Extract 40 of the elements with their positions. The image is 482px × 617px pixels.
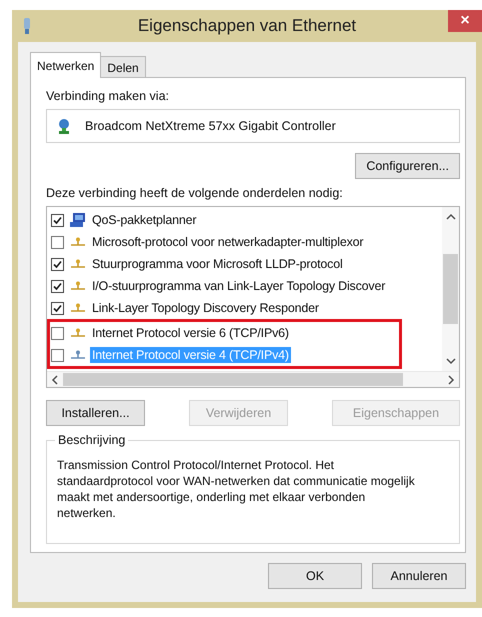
- connect-label: Verbinding maken via:: [46, 88, 170, 104]
- tab[interactable]: Delen: [100, 56, 146, 78]
- close-button[interactable]: ×: [448, 10, 482, 32]
- component-item[interactable]: QoS-pakketplanner: [90, 212, 198, 228]
- horizontal-scrollbar[interactable]: [47, 371, 459, 387]
- dialog-button[interactable]: OK: [268, 563, 362, 589]
- computer-icon: [70, 213, 86, 227]
- component-item[interactable]: Microsoft-protocol voor netwerkadapter-multiplexor: [90, 234, 366, 250]
- window-title: Eigenschappen van Ethernet: [138, 16, 356, 36]
- scroll-right-icon[interactable]: [447, 374, 455, 384]
- checkbox[interactable]: [51, 348, 64, 362]
- tab[interactable]: Netwerken: [30, 52, 102, 78]
- protocol-icon: [70, 237, 86, 247]
- adapter-field: Broadcom NetXtreme 57xx Gigabit Controller: [46, 109, 460, 143]
- component-item[interactable]: I/O-stuurprogramma van Link-Layer Topology Discover: [90, 278, 388, 294]
- protocol-icon: [70, 281, 86, 291]
- checkbox[interactable]: [51, 236, 64, 248]
- checkbox[interactable]: [51, 326, 64, 340]
- component-item[interactable]: Internet Protocol versie 6 (TCP/IPv6): [90, 325, 291, 341]
- configure-button[interactable]: Configureren...: [355, 153, 460, 179]
- protocol-icon: [70, 259, 86, 269]
- component-item[interactable]: Stuurprogramma voor Microsoft LLDP-protocol: [90, 256, 345, 272]
- scroll-left-icon[interactable]: [51, 374, 59, 384]
- scroll-up-icon[interactable]: [446, 213, 456, 221]
- checkbox[interactable]: [51, 280, 64, 292]
- action-button[interactable]: Installeren...: [46, 400, 145, 426]
- description-text: Transmission Control Protocol/Internet Protocol. Het standaardprotocol voor WAN-netwerken dat communicatie mogelijk maakt met andersoortige, onderling met elkaar verbonden netwerken.: [57, 457, 416, 521]
- component-item[interactable]: Link-Layer Topology Discovery Responder: [90, 300, 321, 316]
- components-label: Deze verbinding heeft de volgende onderdelen nodig:: [46, 185, 344, 201]
- protocol-icon: [70, 350, 86, 360]
- checkbox[interactable]: [51, 302, 64, 314]
- group-title: Beschrijving: [55, 433, 128, 447]
- protocol-icon: [70, 328, 86, 338]
- network-icon: [22, 18, 32, 34]
- checkbox[interactable]: [51, 258, 64, 270]
- protocol-icon: [70, 303, 86, 313]
- vertical-scrollbar[interactable]: [442, 207, 459, 371]
- scroll-down-icon[interactable]: [446, 357, 456, 365]
- dialog-button[interactable]: Annuleren: [372, 563, 466, 589]
- checkbox[interactable]: [51, 214, 64, 226]
